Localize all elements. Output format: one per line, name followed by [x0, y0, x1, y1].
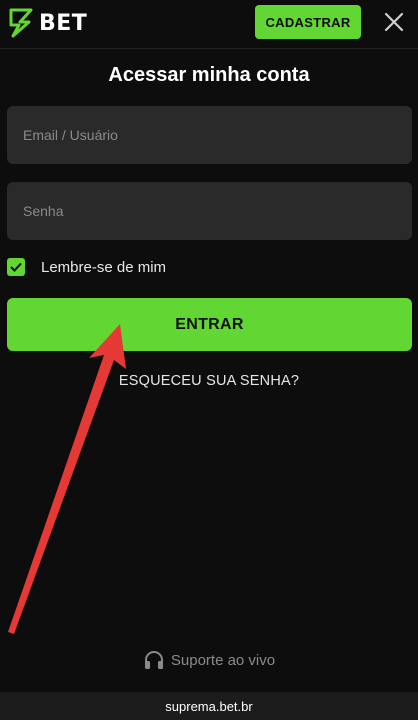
- close-icon[interactable]: [380, 8, 408, 36]
- remember-me-checkbox[interactable]: Lembre-se de mim: [7, 256, 166, 278]
- top-bar: BET CADASTRAR: [0, 0, 418, 49]
- live-support-label: Suporte ao vivo: [170, 651, 276, 669]
- login-button[interactable]: ENTRAR: [7, 298, 412, 351]
- email-field[interactable]: [7, 106, 412, 164]
- remember-me-label: Lembre-se de mim: [41, 258, 167, 276]
- forgot-password-link[interactable]: ESQUECEU SUA SENHA?: [0, 373, 418, 389]
- live-support-link[interactable]: Suporte ao vivo: [0, 650, 418, 670]
- logo-text: BET: [39, 10, 88, 36]
- domain-text: suprema.bet.br: [165, 698, 253, 714]
- logo-mark-icon: [9, 8, 33, 38]
- password-field[interactable]: [7, 182, 412, 240]
- register-button[interactable]: CADASTRAR: [255, 5, 361, 39]
- headphones-icon: [144, 651, 163, 669]
- checkbox-checked-icon[interactable]: [7, 258, 25, 276]
- logo[interactable]: BET: [7, 8, 87, 38]
- page-title: Acessar minha conta: [108, 64, 310, 86]
- url-bar: suprema.bet.br: [0, 692, 418, 720]
